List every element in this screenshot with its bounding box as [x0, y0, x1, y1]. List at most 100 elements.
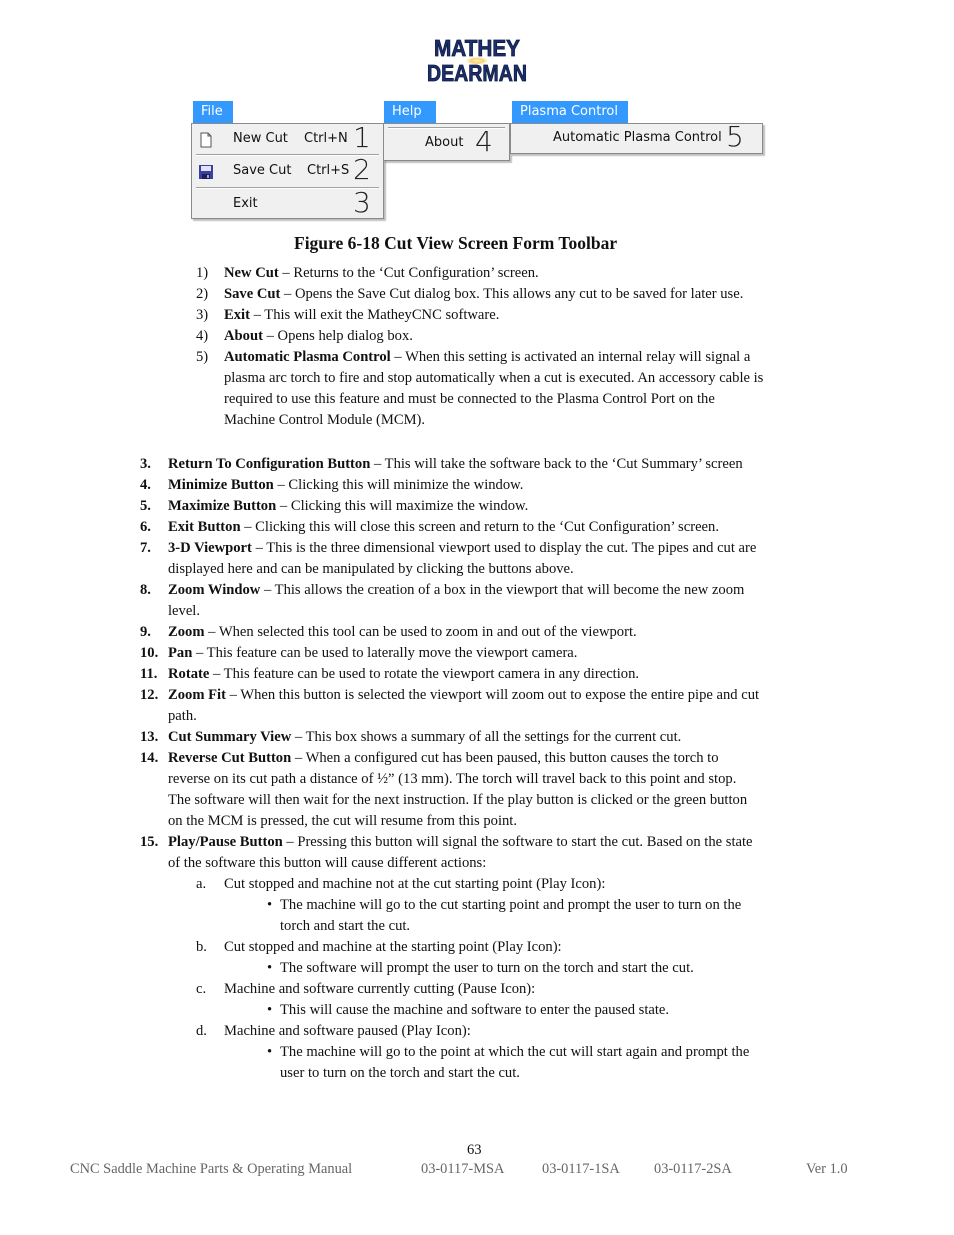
item-description: – Opens the Save Cut dialog box. This al… [284, 286, 744, 302]
footer-manual-title: CNC Saddle Machine Parts & Operating Man… [70, 1161, 353, 1177]
item-description: – When a configured cut has been paused,… [294, 750, 719, 766]
item-number: 13. [140, 729, 159, 745]
item-number: 8. [140, 582, 151, 598]
menu-item-new-cut[interactable]: New Cut Ctrl+N 1 [192, 121, 383, 156]
item-number: 3. [140, 456, 151, 472]
item-text-line: Pan – This feature can be used to latera… [168, 643, 577, 664]
menu-item-exit[interactable]: Exit 3 [192, 186, 383, 221]
item-text-line: reverse on its cut path a distance of ½”… [168, 769, 736, 790]
item-description: – Clicking this will minimize the window… [277, 477, 524, 493]
item-description: – When this setting is activated an inte… [394, 349, 751, 365]
new-cut-label: New Cut [233, 131, 288, 146]
item-text-line: Cut Summary View – This box shows a summ… [168, 727, 681, 748]
save-cut-label: Save Cut [233, 163, 292, 178]
item-text-line: displayed here and can be manipulated by… [168, 559, 574, 580]
item-text-line: Minimize Button – Clicking this will min… [168, 475, 523, 496]
item-text-line: About – Opens help dialog box. [224, 326, 413, 347]
item-text-line: Play/Pause Button – Pressing this button… [168, 832, 753, 853]
callout-number: 5 [726, 120, 744, 153]
plasma-control-menu-title: Plasma Control [520, 104, 618, 119]
footer-version: Ver 1.0 [806, 1161, 848, 1177]
plasma-control-menu-tab[interactable]: Plasma Control [512, 101, 628, 123]
item-description: – When selected this tool can be used to… [208, 624, 637, 640]
bullet-text: This will cause the machine and software… [280, 1002, 670, 1018]
item-term: Save Cut [224, 286, 281, 302]
item-text-line: Return To Configuration Button – This wi… [168, 454, 743, 475]
automatic-plasma-control-label: Automatic Plasma Control [553, 130, 722, 145]
item-text-line: of the software this button will cause d… [168, 853, 486, 874]
item-text-line: required to use this feature and must be… [224, 389, 715, 410]
item-text-line: Automatic Plasma Control – When this set… [224, 347, 750, 368]
callout-number: 4 [475, 125, 493, 158]
sub-item-text: Cut stopped and machine not at the cut s… [224, 876, 606, 892]
item-text-line: on the MCM is pressed, the cut will resu… [168, 811, 517, 832]
sub-item-letter: c. [196, 981, 207, 997]
item-text-line: Save Cut – Opens the Save Cut dialog box… [224, 284, 743, 305]
item-description: – When this button is selected the viewp… [229, 687, 760, 703]
item-description: plasma arc torch to fire and stop automa… [224, 370, 764, 386]
item-term: Rotate [168, 666, 210, 682]
item-text-line: Rotate – This feature can be used to rot… [168, 664, 639, 685]
callout-number: 1 [353, 121, 371, 154]
item-text-line: 3-D Viewport – This is the three dimensi… [168, 538, 756, 559]
sub-item-text: Cut stopped and machine at the starting … [224, 939, 562, 955]
sub-item-letter: b. [196, 939, 207, 955]
item-number: 4) [196, 328, 209, 344]
item-text-line: Zoom – When selected this tool can be us… [168, 622, 637, 643]
item-description: – Clicking this will close this screen a… [244, 519, 719, 535]
bullet-dot: • [267, 1044, 273, 1060]
item-term: Play/Pause Button [168, 834, 283, 850]
footer-part-number: 03-0117-2SA [654, 1161, 732, 1177]
item-term: Minimize Button [168, 477, 274, 493]
item-text-line: Maximize Button – Clicking this will max… [168, 496, 528, 517]
menu-item-automatic-plasma-control[interactable]: Automatic Plasma Control 5 [511, 120, 762, 156]
item-description: – This will exit the MatheyCNC software. [253, 307, 500, 323]
bullet-text: The machine will go to the point at whic… [280, 1044, 750, 1060]
item-description: – Opens help dialog box. [266, 328, 413, 344]
item-term: Zoom Fit [168, 687, 226, 703]
item-term: 3-D Viewport [168, 540, 252, 556]
item-number: 12. [140, 687, 159, 703]
item-number: 10. [140, 645, 159, 661]
item-description: – This is the three dimensional viewport… [255, 540, 757, 556]
item-number: 9. [140, 624, 151, 640]
item-text-line: Zoom Fit – When this button is selected … [168, 685, 759, 706]
bullet-text: The software will prompt the user to tur… [280, 960, 694, 976]
item-description: displayed here and can be manipulated by… [168, 561, 574, 577]
help-menu-tab[interactable]: Help [384, 101, 436, 123]
menu-item-about[interactable]: About 4 [384, 125, 509, 160]
help-menu-dropdown: About 4 [383, 123, 510, 161]
help-menu-title: Help [392, 104, 422, 119]
file-menu-tab[interactable]: File [193, 101, 233, 123]
item-term: Automatic Plasma Control [224, 349, 391, 365]
item-description: – This feature can be used to laterally … [195, 645, 578, 661]
save-cut-shortcut: Ctrl+S [307, 163, 350, 178]
sub-item-letter: a. [196, 876, 207, 892]
item-text-line: Exit Button – Clicking this will close t… [168, 517, 719, 538]
sub-item-letter: d. [196, 1023, 207, 1039]
item-text-line: New Cut – Returns to the ‘Cut Configurat… [224, 263, 539, 284]
item-description: – This feature can be used to rotate the… [213, 666, 640, 682]
new-document-icon [198, 132, 214, 148]
item-text-line: path. [168, 706, 197, 727]
bullet-dot: • [267, 1002, 273, 1018]
item-term: Zoom Window [168, 582, 261, 598]
item-description: reverse on its cut path a distance of ½”… [168, 771, 737, 787]
item-description: on the MCM is pressed, the cut will resu… [168, 813, 517, 829]
page-number: 63 [467, 1142, 482, 1158]
callout-number: 3 [353, 186, 371, 219]
file-menu-title: File [201, 104, 223, 119]
bullet-text: torch and start the cut. [280, 918, 411, 934]
item-term: Zoom [168, 624, 205, 640]
item-number: 14. [140, 750, 159, 766]
footer-part-number: 03-0117-MSA [421, 1161, 505, 1177]
item-description: required to use this feature and must be… [224, 391, 715, 407]
item-term: Pan [168, 645, 193, 661]
item-description: – This allows the creation of a box in t… [263, 582, 745, 598]
item-description: – Returns to the ‘Cut Configuration’ scr… [282, 265, 539, 281]
item-number: 11. [140, 666, 158, 682]
item-number: 2) [196, 286, 209, 302]
menu-item-save-cut[interactable]: Save Cut Ctrl+S 2 [192, 153, 383, 188]
item-text-line: level. [168, 601, 200, 622]
item-text-line: The software will then wait for the next… [168, 790, 747, 811]
